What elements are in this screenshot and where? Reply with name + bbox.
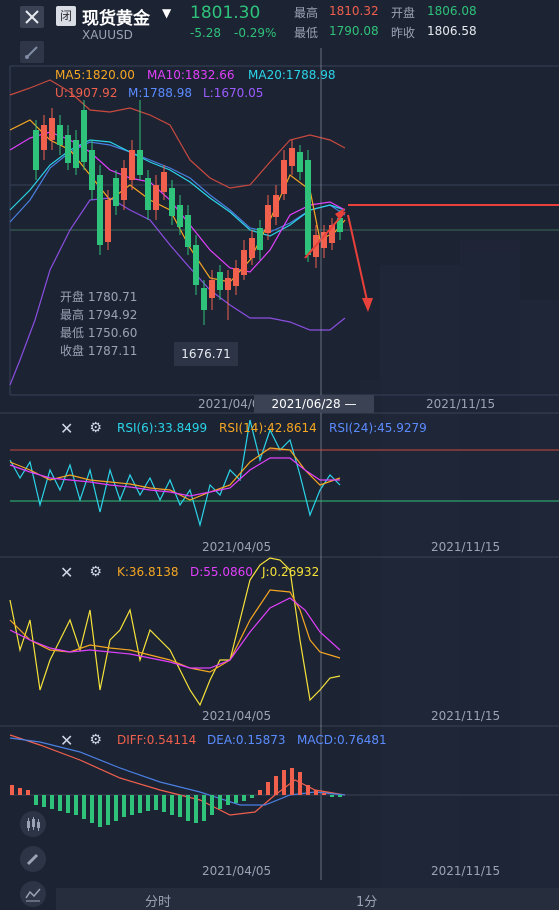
candle-style-button[interactable] — [20, 811, 46, 837]
ma10-label: MA10:1832.66 — [147, 68, 235, 82]
candle — [113, 178, 119, 206]
ma5-label: MA5:1820.00 — [55, 68, 135, 82]
tab-timeshare[interactable]: 分时 — [145, 891, 171, 910]
candle — [161, 172, 167, 192]
candle — [305, 160, 311, 255]
candle — [185, 215, 191, 247]
line-chart-icon — [25, 888, 41, 902]
candle — [201, 288, 207, 310]
candle — [81, 110, 87, 162]
candle — [105, 200, 111, 242]
rsi-close-icon[interactable]: ✕ — [60, 419, 73, 438]
chart-canvas[interactable] — [0, 0, 559, 910]
candle — [97, 175, 103, 245]
period-tabs: 分时 1分 — [56, 888, 559, 910]
candle — [265, 205, 271, 233]
tooltip-high: 最高 1794.92 — [60, 308, 138, 322]
draw-line-icon — [25, 46, 38, 59]
kdj-date-left: 2021/04/05 — [202, 709, 272, 723]
tab-one-minute[interactable]: 1分 — [356, 891, 377, 910]
d-line — [9, 597, 341, 669]
candle — [241, 250, 247, 275]
candle — [249, 238, 255, 258]
candle — [217, 272, 223, 290]
boll-upper-label: U:1907.92 — [55, 86, 118, 100]
candle — [49, 118, 55, 140]
k-label: K:36.8138 — [117, 565, 179, 579]
macd-header: ✕ ⚙ — [60, 729, 102, 751]
candle — [129, 150, 135, 180]
main-date-right: 2021/11/15 — [426, 397, 496, 411]
arrow-head-down-icon — [362, 298, 373, 312]
kdj-close-icon[interactable]: ✕ — [60, 563, 73, 582]
j-label: J:0.26932 — [262, 565, 320, 579]
low-price-marker: 1676.71 — [174, 342, 238, 366]
d-label: D:55.0860 — [190, 565, 253, 579]
candle — [145, 178, 151, 210]
rsi-date-left: 2021/04/05 — [202, 540, 272, 554]
macd-settings-icon[interactable]: ⚙ — [89, 732, 102, 748]
pen-tool-button[interactable] — [20, 846, 46, 872]
indicator-button[interactable] — [20, 881, 46, 907]
diff-label: DIFF:0.54114 — [117, 733, 197, 747]
candle — [169, 188, 175, 216]
candle — [297, 152, 303, 172]
candle — [57, 125, 63, 145]
ma20-label: MA20:1788.98 — [248, 68, 336, 82]
pencil-icon — [26, 853, 39, 866]
macd-label: MACD:0.76481 — [297, 733, 387, 747]
boll-lower-label: L:1670.05 — [203, 86, 264, 100]
candle — [33, 130, 39, 170]
tooltip-low: 最低 1750.60 — [60, 326, 138, 340]
rsi-header: ✕ ⚙ — [60, 417, 112, 439]
macd-histogram — [10, 768, 342, 827]
candle — [225, 278, 231, 290]
candle — [289, 148, 295, 166]
candle — [121, 168, 127, 200]
candle — [281, 160, 287, 194]
candlestick-icon — [27, 817, 40, 831]
rsi-date-right: 2021/11/15 — [431, 540, 501, 554]
kdj-date-right: 2021/11/15 — [431, 709, 501, 723]
tooltip-open: 开盘 1780.71 — [60, 290, 138, 304]
candle — [89, 150, 95, 190]
kdj-settings-icon[interactable]: ⚙ — [89, 564, 102, 580]
candle — [137, 150, 143, 175]
rsi14-line — [9, 447, 341, 501]
candle — [73, 140, 79, 168]
candle — [153, 185, 159, 210]
macd-date-left: 2021/04/05 — [202, 864, 272, 878]
candle — [273, 195, 279, 217]
candle — [257, 228, 263, 250]
candle — [233, 268, 239, 286]
candle — [193, 245, 199, 285]
rsi6-label: RSI(6):33.8499 — [117, 421, 208, 435]
rsi14-label: RSI(14):42.8614 — [219, 421, 317, 435]
candle — [209, 280, 215, 298]
tooltip-close: 收盘 1787.11 — [60, 344, 138, 358]
macd-close-icon[interactable]: ✕ — [60, 731, 73, 750]
rsi24-label: RSI(24):45.9279 — [329, 421, 427, 435]
rsi-settings-icon[interactable]: ⚙ — [89, 420, 102, 436]
kdj-header: ✕ ⚙ — [60, 561, 102, 583]
macd-date-right: 2021/11/15 — [431, 864, 501, 878]
candle — [41, 125, 47, 150]
candle — [177, 205, 183, 227]
boll-mid-label: M:1788.98 — [128, 86, 193, 100]
dea-label: DEA:0.15873 — [207, 733, 286, 747]
trend-arrow-down[interactable] — [347, 214, 369, 306]
draw-tool-button[interactable] — [20, 41, 44, 63]
cursor-date-label: 2021/06/28 — — [254, 395, 374, 413]
candle — [65, 135, 71, 163]
background-decoration — [360, 240, 559, 910]
